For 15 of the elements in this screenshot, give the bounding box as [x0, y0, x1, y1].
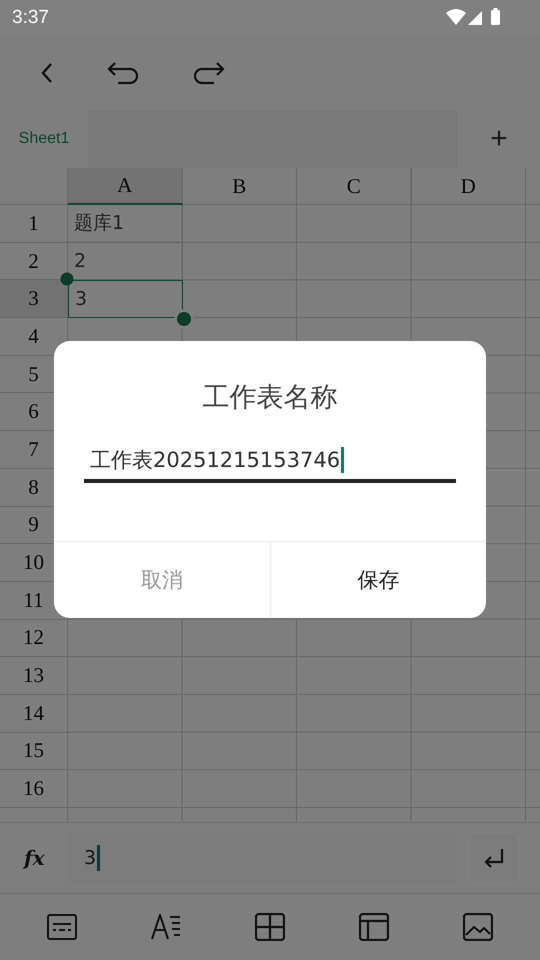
- row-header[interactable]: 3: [0, 280, 68, 318]
- column-header[interactable]: B: [182, 168, 297, 205]
- row-header[interactable]: 12: [0, 620, 68, 658]
- column-header[interactable]: A: [68, 168, 182, 205]
- save-button[interactable]: 保存: [270, 542, 486, 618]
- row-header[interactable]: 2: [0, 242, 68, 280]
- selected-cell[interactable]: 3: [68, 280, 182, 318]
- dialog-title: 工作表名称: [202, 381, 338, 415]
- column-header[interactable]: D: [412, 168, 526, 205]
- formula-label: fx: [24, 846, 46, 870]
- sheet-name-field[interactable]: 工作表20251215153746: [84, 441, 456, 483]
- row-header[interactable]: 15: [0, 732, 68, 770]
- status-time: 3:37: [12, 7, 49, 29]
- table-cell: 题库1: [68, 205, 182, 243]
- column-header[interactable]: C: [297, 168, 412, 205]
